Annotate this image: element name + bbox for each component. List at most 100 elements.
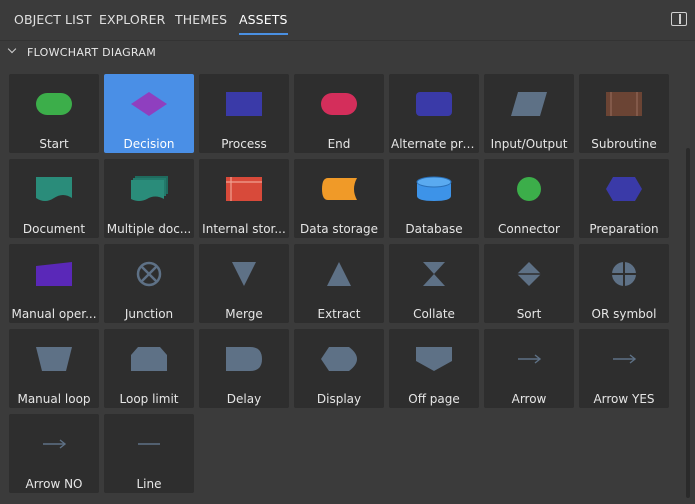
- asset-tile[interactable]: Multiple doc...: [104, 159, 194, 238]
- decision-diamond-icon: [129, 90, 169, 118]
- line-icon: [129, 430, 169, 458]
- data-storage-icon: [319, 175, 359, 203]
- start-rounded-rect-icon: [34, 90, 74, 118]
- scrollbar[interactable]: [686, 148, 690, 498]
- asset-tile[interactable]: Process: [199, 74, 289, 153]
- section-title: FLOWCHART DIAGRAM: [27, 46, 157, 59]
- panel-toggle-icon[interactable]: [671, 12, 687, 26]
- asset-label: Sort: [516, 307, 542, 321]
- database-cylinder-icon: [414, 175, 454, 203]
- preparation-hexagon-icon: [604, 175, 644, 203]
- asset-tile[interactable]: Alternate pro...: [389, 74, 479, 153]
- asset-tile[interactable]: Merge: [199, 244, 289, 323]
- asset-label: Off page: [408, 392, 460, 406]
- asset-tile[interactable]: Collate: [389, 244, 479, 323]
- asset-tile[interactable]: Subroutine: [579, 74, 669, 153]
- asset-label: Display: [316, 392, 362, 406]
- asset-label: Decision: [123, 137, 175, 151]
- junction-icon: [129, 260, 169, 288]
- asset-tile[interactable]: OR symbol: [579, 244, 669, 323]
- asset-label: Process: [221, 137, 267, 151]
- asset-label: Arrow NO: [25, 477, 83, 491]
- tab-themes[interactable]: THEMES: [175, 12, 227, 27]
- asset-label: Connector: [498, 222, 560, 236]
- asset-tile[interactable]: Display: [294, 329, 384, 408]
- tab-assets[interactable]: ASSETS: [239, 12, 288, 35]
- asset-label: Alternate pro...: [391, 137, 477, 151]
- process-rect-icon: [224, 90, 264, 118]
- tab-label: ASSETS: [239, 12, 288, 27]
- asset-tile[interactable]: Database: [389, 159, 479, 238]
- parallelogram-icon: [509, 90, 549, 118]
- asset-label: Merge: [225, 307, 263, 321]
- asset-label: OR symbol: [591, 307, 657, 321]
- asset-tile[interactable]: Decision: [104, 74, 194, 153]
- chevron-down-icon: [7, 44, 17, 54]
- asset-tile[interactable]: Manual loop: [9, 329, 99, 408]
- multiple-documents-icon: [129, 175, 169, 203]
- alternate-process-icon: [414, 90, 454, 118]
- arrow-icon: [509, 345, 549, 373]
- asset-tile[interactable]: Input/Output: [484, 74, 574, 153]
- section-header[interactable]: FLOWCHART DIAGRAM: [0, 41, 695, 65]
- or-symbol-icon: [604, 260, 644, 288]
- asset-label: Delay: [226, 392, 262, 406]
- manual-operation-icon: [34, 260, 74, 288]
- asset-tile[interactable]: End: [294, 74, 384, 153]
- asset-tile[interactable]: Arrow YES: [579, 329, 669, 408]
- tab-label: EXPLORER: [99, 12, 166, 27]
- asset-label: Extract: [317, 307, 361, 321]
- asset-tile[interactable]: Document: [9, 159, 99, 238]
- manual-loop-icon: [34, 345, 74, 373]
- asset-tile[interactable]: Extract: [294, 244, 384, 323]
- asset-label: Start: [39, 137, 69, 151]
- arrow-yes-icon: [604, 345, 644, 373]
- asset-label: Manual loop: [17, 392, 91, 406]
- asset-label: Line: [136, 477, 162, 491]
- asset-label: Manual oper...: [11, 307, 97, 321]
- asset-tile[interactable]: Loop limit: [104, 329, 194, 408]
- end-rounded-rect-icon: [319, 90, 359, 118]
- document-icon: [34, 175, 74, 203]
- asset-tile[interactable]: Delay: [199, 329, 289, 408]
- extract-triangle-icon: [319, 260, 359, 288]
- tab-bar: OBJECT LIST EXPLORER THEMES ASSETS: [0, 0, 695, 41]
- asset-label: End: [327, 137, 351, 151]
- subroutine-icon: [604, 90, 644, 118]
- asset-tile[interactable]: Arrow NO: [9, 414, 99, 493]
- asset-tile[interactable]: Start: [9, 74, 99, 153]
- asset-label: Preparation: [589, 222, 659, 236]
- asset-tile[interactable]: Connector: [484, 159, 574, 238]
- asset-tile[interactable]: Manual oper...: [9, 244, 99, 323]
- asset-label: Internal stor...: [202, 222, 286, 236]
- asset-label: Document: [22, 222, 86, 236]
- asset-label: Data storage: [299, 222, 379, 236]
- merge-triangle-icon: [224, 260, 264, 288]
- off-page-icon: [414, 345, 454, 373]
- asset-label: Multiple doc...: [106, 222, 192, 236]
- display-icon: [319, 345, 359, 373]
- asset-tile[interactable]: Line: [104, 414, 194, 493]
- asset-tile[interactable]: Preparation: [579, 159, 669, 238]
- asset-label: Junction: [124, 307, 174, 321]
- sort-icon: [509, 260, 549, 288]
- tab-explorer[interactable]: EXPLORER: [99, 12, 165, 27]
- asset-label: Arrow YES: [593, 392, 655, 406]
- tab-label: OBJECT LIST: [14, 12, 92, 27]
- delay-icon: [224, 345, 264, 373]
- asset-tile[interactable]: Junction: [104, 244, 194, 323]
- connector-circle-icon: [509, 175, 549, 203]
- asset-tile[interactable]: Data storage: [294, 159, 384, 238]
- tab-object-list[interactable]: OBJECT LIST: [14, 12, 92, 27]
- asset-tile[interactable]: Off page: [389, 329, 479, 408]
- asset-grid: Start Decision Process End Alternate pro... I…: [9, 74, 674, 494]
- asset-label: Input/Output: [490, 137, 568, 151]
- asset-tile[interactable]: Internal stor...: [199, 159, 289, 238]
- asset-label: Subroutine: [591, 137, 657, 151]
- asset-tile[interactable]: Arrow: [484, 329, 574, 408]
- asset-tile[interactable]: Sort: [484, 244, 574, 323]
- asset-label: Loop limit: [119, 392, 179, 406]
- asset-label: Arrow: [511, 392, 547, 406]
- asset-label: Database: [405, 222, 463, 236]
- collate-icon: [414, 260, 454, 288]
